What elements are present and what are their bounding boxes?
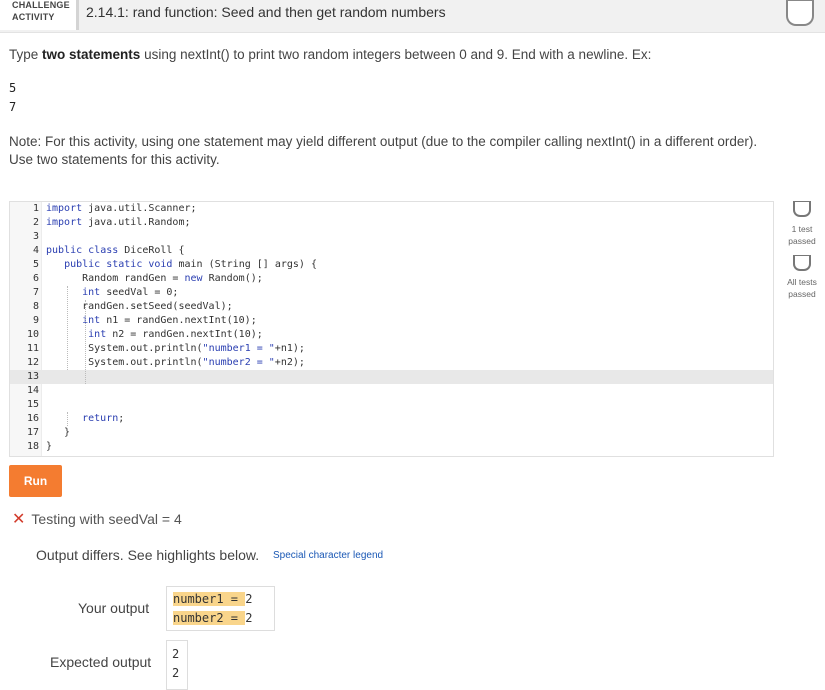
code-line[interactable]: 14 xyxy=(10,384,773,398)
expected-output-line: 2 xyxy=(172,647,180,661)
expected-output-line: 2 xyxy=(172,666,180,680)
line-number: 13 xyxy=(26,371,39,382)
instructions-text-end: using nextInt() to print two random inte… xyxy=(140,47,652,62)
code-line[interactable]: 16 return; xyxy=(10,412,773,426)
line-number: 11 xyxy=(26,343,39,354)
indent-guide xyxy=(85,300,86,384)
badge-line2: ACTIVITY xyxy=(12,12,55,22)
code-line[interactable]: 5 public static void main (String [] arg… xyxy=(10,258,773,272)
line-number: 8 xyxy=(32,301,39,312)
code-line[interactable]: 17 } xyxy=(10,426,773,440)
code-line[interactable]: 4 public class DiceRoll { xyxy=(10,244,773,258)
diff-highlight: = xyxy=(223,611,246,625)
line-number: 1 xyxy=(32,203,39,214)
code-text: int n2 = randGen.nextInt(10); xyxy=(88,329,263,340)
diff-highlight: = xyxy=(223,592,246,606)
code-text: int n1 = randGen.nextInt(10); xyxy=(82,315,257,326)
code-editor[interactable]: 1 import java.util.Scanner; 2 import java.u… xyxy=(9,201,774,457)
line-number: 2 xyxy=(32,217,39,228)
completion-icon xyxy=(786,0,814,26)
testing-status: ✕ Testing with seedVal = 4 xyxy=(12,509,182,529)
output-differs-message: Output differs. See highlights below. xyxy=(36,547,260,563)
code-text: public static void main (String [] args)… xyxy=(64,259,317,270)
code-line[interactable]: 11 System.out.println("number1 = "+n1); xyxy=(10,342,773,356)
line-number: 12 xyxy=(26,357,39,368)
line-number: 9 xyxy=(32,315,39,326)
your-output-line: number2 = 2 xyxy=(173,609,253,627)
output-value: 2 xyxy=(245,611,253,625)
code-line[interactable]: 13 xyxy=(10,370,773,384)
code-text: } xyxy=(46,427,71,438)
line-number: 17 xyxy=(26,427,39,438)
run-button[interactable]: Run xyxy=(9,465,62,497)
code-line[interactable]: 15 xyxy=(10,398,773,412)
your-output-line: number1 = 2 xyxy=(173,590,253,608)
badge-line1: CHALLENGE xyxy=(12,0,70,10)
code-line[interactable]: 9 int n1 = randGen.nextInt(10); xyxy=(10,314,773,328)
code-text: import java.util.Random; xyxy=(46,217,191,228)
indent-guide xyxy=(67,412,68,426)
example-output: 5 7 xyxy=(9,79,16,117)
special-character-legend-link[interactable]: Special character legend xyxy=(273,550,383,561)
line-number: 4 xyxy=(32,245,39,256)
example-output-line: 7 xyxy=(9,100,17,114)
line-number: 18 xyxy=(26,441,39,452)
test-result-icon xyxy=(793,201,811,217)
note-line2: Use two statements for this activity. xyxy=(9,152,220,167)
code-text: Random randGen = new Random(); xyxy=(46,273,263,284)
instructions-bold: two statements xyxy=(42,47,141,62)
code-text: int seedVal = 0; xyxy=(82,287,179,298)
line-number: 14 xyxy=(26,385,39,396)
line-number: 7 xyxy=(32,287,39,298)
fail-icon: ✕ xyxy=(12,511,26,528)
code-line[interactable]: 18} xyxy=(10,440,773,454)
code-line[interactable]: 3 xyxy=(10,230,773,244)
note: Note: For this activity, using one state… xyxy=(9,133,799,169)
your-output-box: number1 = 2 number2 = 2 xyxy=(166,586,275,631)
indent-guide xyxy=(67,286,68,370)
code-line[interactable]: 2 import java.util.Random; xyxy=(10,216,773,230)
line-number: 6 xyxy=(32,273,39,284)
diff-highlight: number1 xyxy=(173,592,224,606)
code-line[interactable]: 6 Random randGen = new Random(); xyxy=(10,272,773,286)
diff-highlight: number2 xyxy=(173,611,224,625)
line-number: 16 xyxy=(26,413,39,424)
code-line[interactable]: 1 import java.util.Scanner; xyxy=(10,202,773,216)
note-line1: Note: For this activity, using one state… xyxy=(9,134,758,149)
expected-output-box: 2 2 xyxy=(166,640,188,690)
code-text: } xyxy=(46,441,53,452)
testing-text: Testing with seedVal = 4 xyxy=(31,511,182,527)
code-text: public class DiceRoll { xyxy=(46,245,185,256)
code-line[interactable]: 7 int seedVal = 0; xyxy=(10,286,773,300)
line-number: 15 xyxy=(26,399,39,410)
instructions-text-start: Type xyxy=(9,47,43,62)
your-output-label: Your output xyxy=(78,600,150,616)
code-line[interactable]: 10 int n2 = randGen.nextInt(10); xyxy=(10,328,773,342)
instructions: Type two statements using nextInt() to p… xyxy=(9,47,651,62)
activity-header: CHALLENGE ACTIVITY 2.14.1: rand function… xyxy=(0,0,825,33)
example-output-line: 5 xyxy=(9,81,17,95)
line-number: 10 xyxy=(26,329,39,340)
expected-output-label: Expected output xyxy=(50,654,152,670)
code-line[interactable]: 8 randGen.setSeed(seedVal); xyxy=(10,300,773,314)
line-number: 5 xyxy=(32,259,39,270)
code-text: randGen.setSeed(seedVal); xyxy=(46,301,233,312)
code-text: import java.util.Scanner; xyxy=(46,203,197,214)
all-tests-status: All tests passed xyxy=(787,277,817,299)
all-tests-icon xyxy=(793,255,811,271)
challenge-activity-badge: CHALLENGE ACTIVITY xyxy=(0,0,79,30)
code-line[interactable]: 12 System.out.println("number2 = "+n2); xyxy=(10,356,773,370)
activity-title: 2.14.1: rand function: Seed and then get… xyxy=(86,4,446,20)
line-number: 3 xyxy=(32,231,39,242)
code-text: return; xyxy=(82,413,125,424)
output-value: 2 xyxy=(245,592,253,606)
test1-status: 1 test passed xyxy=(788,224,816,246)
